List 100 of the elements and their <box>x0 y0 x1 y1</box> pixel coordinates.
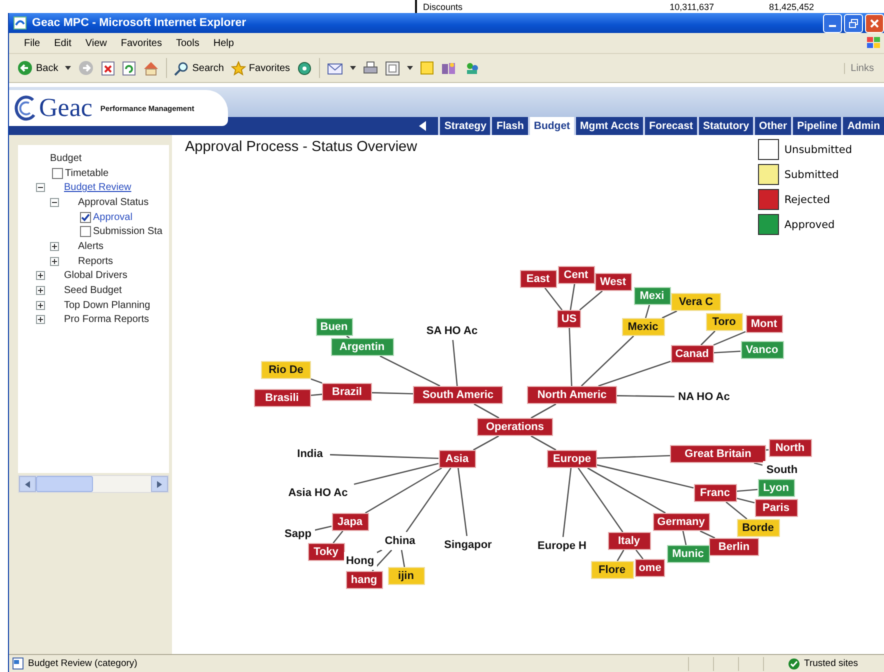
caret-icon[interactable] <box>350 66 356 70</box>
status-node[interactable]: South Americ <box>413 386 503 404</box>
home-icon[interactable] <box>143 60 160 76</box>
connector-line <box>700 530 716 539</box>
mail-icon[interactable] <box>327 62 344 74</box>
tree-item[interactable]: Budget <box>50 152 82 164</box>
status-node[interactable]: Vera C <box>671 293 721 311</box>
expand-icon[interactable] <box>50 242 59 251</box>
status-node[interactable]: Paris <box>754 499 798 517</box>
node-label[interactable]: Hong <box>344 552 376 570</box>
status-node[interactable]: Lyon <box>758 479 794 497</box>
status-node[interactable]: Japa <box>332 513 368 531</box>
status-node[interactable]: Brasili <box>254 389 310 407</box>
search-button[interactable]: Search <box>174 60 224 76</box>
status-node[interactable]: Buen <box>316 318 352 336</box>
status-node[interactable]: US <box>557 310 581 328</box>
expand-icon[interactable] <box>36 271 45 280</box>
media-icon[interactable] <box>297 60 312 76</box>
caret-icon[interactable] <box>65 66 72 70</box>
scroll-right-button[interactable] <box>151 476 168 492</box>
tree-item[interactable]: Timetable <box>65 168 109 179</box>
back-button[interactable]: Back <box>17 60 58 76</box>
status-node[interactable]: hang <box>346 571 382 589</box>
status-node[interactable]: Rio De <box>261 361 311 379</box>
tree-item[interactable]: Reports <box>78 256 114 267</box>
links-button[interactable]: Links <box>844 62 884 74</box>
star-icon <box>230 60 246 76</box>
restore-button[interactable] <box>844 14 863 32</box>
status-node[interactable]: Germany <box>652 513 710 531</box>
status-node[interactable]: Great Britain <box>670 445 766 463</box>
tree-item[interactable]: Global Drivers <box>64 270 128 282</box>
status-node[interactable]: Canad <box>670 345 714 363</box>
status-node[interactable]: ijin <box>388 567 424 585</box>
tree-item[interactable]: Top Down Planning <box>64 300 150 311</box>
status-node[interactable]: West <box>594 273 632 291</box>
menu-item[interactable]: Edit <box>47 38 78 48</box>
status-node[interactable]: Argentin <box>330 338 394 356</box>
status-node[interactable]: Brazil <box>322 383 372 401</box>
status-node[interactable]: Toro <box>706 313 742 331</box>
status-node[interactable]: Borde <box>736 519 780 537</box>
status-node[interactable]: Munic <box>666 545 710 563</box>
menu-item[interactable]: Help <box>206 38 241 48</box>
scroll-left-button[interactable] <box>19 476 36 492</box>
table-cell-text: 81,425,452 <box>768 2 814 12</box>
research-icon[interactable] <box>441 60 458 76</box>
status-node[interactable]: Italy <box>608 532 650 550</box>
print-icon[interactable] <box>363 60 378 76</box>
status-node[interactable]: Flore <box>590 561 634 579</box>
browser-icon <box>13 16 27 30</box>
caret-icon[interactable] <box>407 66 414 70</box>
status-node[interactable]: ome <box>635 559 665 577</box>
expand-icon[interactable] <box>36 315 45 324</box>
tree-item[interactable]: Approval <box>93 212 132 223</box>
expand-icon[interactable] <box>36 286 45 296</box>
edit-icon[interactable] <box>385 60 400 76</box>
status-node[interactable]: East <box>520 270 556 288</box>
collapse-icon[interactable] <box>36 183 45 192</box>
refresh-icon[interactable] <box>122 60 136 76</box>
connector-line <box>530 435 556 451</box>
menu-item[interactable]: File <box>17 38 48 48</box>
tree-item[interactable]: Submission Sta <box>93 226 162 238</box>
tree-item[interactable]: Pro Forma Reports <box>64 314 150 326</box>
tree-item[interactable]: Seed Budget <box>64 285 122 296</box>
scroll-thumb[interactable] <box>36 476 93 492</box>
connector-line <box>310 378 322 384</box>
table-cell-text: 10,311,637 <box>668 2 714 12</box>
stop-icon[interactable] <box>101 60 116 76</box>
status-node[interactable]: Toky <box>308 543 344 561</box>
tree-item[interactable]: Budget Review <box>64 182 132 194</box>
status-node[interactable]: Mont <box>746 315 782 333</box>
tree-item[interactable]: Approval Status <box>78 196 149 208</box>
connector-line <box>570 284 576 310</box>
connector-line <box>616 395 675 398</box>
expand-icon[interactable] <box>36 300 45 310</box>
status-node[interactable]: Cent <box>558 266 594 284</box>
logo-icon <box>13 95 37 121</box>
status-node[interactable]: Europe <box>547 450 597 468</box>
minimize-button[interactable] <box>823 14 842 32</box>
status-node[interactable]: Operations <box>477 418 553 436</box>
collapse-icon[interactable] <box>50 198 59 207</box>
status-node[interactable]: Mexic <box>622 318 664 336</box>
status-node[interactable]: North <box>768 439 812 457</box>
scroll-left-icon[interactable] <box>419 121 426 131</box>
menu-item[interactable]: View <box>78 38 114 48</box>
checkbox[interactable] <box>52 168 63 179</box>
checkbox[interactable] <box>80 226 91 238</box>
menu-item[interactable]: Favorites <box>114 38 169 48</box>
tree-item[interactable]: Alerts <box>78 240 104 252</box>
status-node[interactable]: Berlin <box>709 538 759 556</box>
status-node[interactable]: North Americ <box>527 386 617 404</box>
status-node[interactable]: Vanco <box>740 341 784 359</box>
favorites-button[interactable]: Favorites <box>230 60 290 76</box>
status-node[interactable]: Asia <box>438 450 476 468</box>
status-node[interactable]: Mexi <box>634 287 670 305</box>
status-node[interactable]: Franc <box>694 484 736 502</box>
expand-icon[interactable] <box>50 256 59 266</box>
menu-item[interactable]: Tools <box>168 38 206 48</box>
checkbox[interactable] <box>80 212 91 223</box>
close-button[interactable] <box>865 14 884 32</box>
nav-tab[interactable]: Budget <box>528 117 574 135</box>
